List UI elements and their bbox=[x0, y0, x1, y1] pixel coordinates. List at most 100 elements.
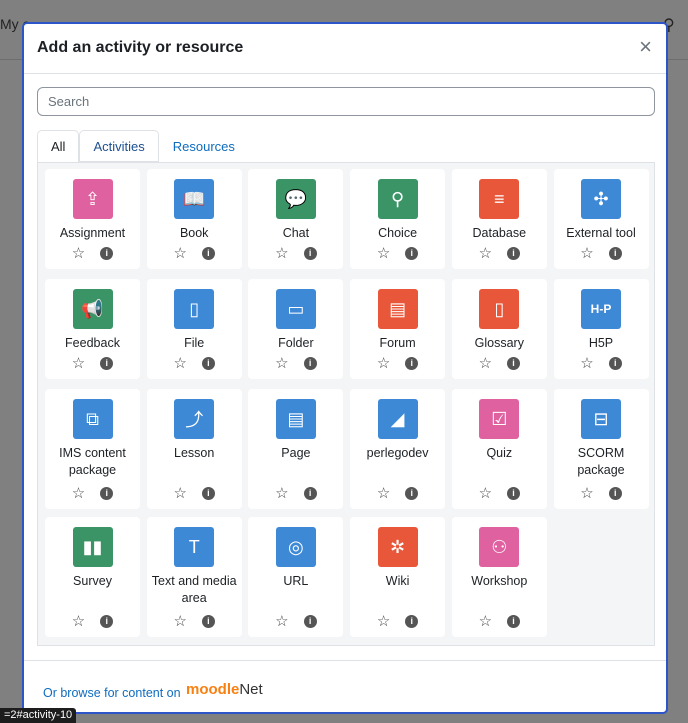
activity-label: Page bbox=[281, 446, 311, 460]
info-icon[interactable]: i bbox=[100, 615, 114, 628]
icon-glyph: 📖 bbox=[182, 188, 206, 209]
icon-glyph: ◢ bbox=[390, 408, 405, 429]
info-icon[interactable]: i bbox=[100, 247, 114, 260]
star-icon[interactable]: ☆ bbox=[173, 486, 186, 502]
activity-card[interactable]: ⤴ Lesson ☆ i bbox=[146, 389, 242, 509]
activity-card[interactable]: ▯ Glossary ☆ i bbox=[451, 279, 547, 379]
activity-card[interactable]: ▤ Page ☆ i bbox=[248, 389, 344, 509]
icon-glyph: ⤴ bbox=[185, 410, 204, 430]
info-icon[interactable]: i bbox=[608, 487, 622, 500]
activity-card[interactable]: ▮▮ Survey ☆ i bbox=[45, 517, 140, 637]
info-icon[interactable]: i bbox=[303, 357, 317, 370]
star-icon[interactable]: ☆ bbox=[72, 614, 85, 630]
info-icon[interactable]: i bbox=[405, 247, 419, 260]
star-icon[interactable]: ☆ bbox=[479, 614, 492, 630]
star-icon[interactable]: ☆ bbox=[275, 356, 288, 372]
info-icon[interactable]: i bbox=[100, 357, 114, 370]
activity-label: Quiz bbox=[486, 446, 513, 460]
browse-moodlenet-link[interactable]: Or browse for content on bbox=[43, 686, 181, 700]
info-icon[interactable]: i bbox=[201, 247, 215, 260]
activity-card[interactable]: ⊟ SCORM package ☆ i bbox=[553, 389, 649, 509]
activity-card[interactable]: ⚇ Workshop ☆ i bbox=[451, 517, 547, 637]
info-icon[interactable]: i bbox=[405, 357, 419, 370]
close-icon[interactable]: × bbox=[639, 36, 652, 58]
info-icon[interactable]: i bbox=[507, 615, 521, 628]
star-icon[interactable]: ☆ bbox=[173, 246, 186, 262]
star-icon[interactable]: ☆ bbox=[72, 486, 85, 502]
activity-card[interactable]: 📖 Book ☆ i bbox=[146, 169, 242, 269]
info-icon[interactable]: i bbox=[201, 357, 215, 370]
icon-glyph: T bbox=[188, 536, 200, 557]
modal-footer: Or browse for content on moodleNet bbox=[24, 660, 666, 712]
activity-label: perlegodev bbox=[366, 446, 429, 460]
star-icon[interactable]: ☆ bbox=[580, 246, 593, 262]
tab-resources[interactable]: Resources bbox=[159, 130, 249, 162]
star-icon[interactable]: ☆ bbox=[479, 356, 492, 372]
star-icon[interactable]: ☆ bbox=[173, 356, 186, 372]
info-icon[interactable]: i bbox=[303, 247, 317, 260]
activity-label: H5P bbox=[588, 336, 614, 350]
activity-card[interactable]: ▤ Forum ☆ i bbox=[350, 279, 446, 379]
info-icon[interactable]: i bbox=[100, 487, 114, 500]
star-icon[interactable]: ☆ bbox=[72, 246, 85, 262]
activity-card[interactable]: ≡ Database ☆ i bbox=[451, 169, 547, 269]
assignment-icon: ⇪ bbox=[72, 179, 113, 219]
lesson-icon: ⤴ bbox=[174, 399, 215, 439]
activity-card[interactable]: T Text and media area ☆ i bbox=[146, 517, 242, 637]
activity-card[interactable]: ✣ External tool ☆ i bbox=[553, 169, 649, 269]
icon-glyph: ▤ bbox=[287, 408, 305, 429]
star-icon[interactable]: ☆ bbox=[377, 246, 390, 262]
info-icon[interactable]: i bbox=[201, 487, 215, 500]
info-icon[interactable]: i bbox=[507, 487, 521, 500]
text-media-icon: T bbox=[174, 527, 215, 567]
star-icon[interactable]: ☆ bbox=[377, 356, 390, 372]
icon-glyph: 💬 bbox=[284, 188, 308, 209]
activity-card[interactable]: ⚲ Choice ☆ i bbox=[350, 169, 446, 269]
info-icon[interactable]: i bbox=[303, 615, 317, 628]
activity-card[interactable]: ☑ Quiz ☆ i bbox=[451, 389, 547, 509]
moodlenet-logo[interactable]: moodleNet bbox=[186, 681, 263, 698]
activity-card[interactable]: ⧉ IMS content package ☆ i bbox=[45, 389, 140, 509]
activity-card[interactable]: ◎ URL ☆ i bbox=[248, 517, 344, 637]
info-icon[interactable]: i bbox=[507, 357, 521, 370]
info-icon[interactable]: i bbox=[405, 487, 419, 500]
activity-card[interactable]: 📢 Feedback ☆ i bbox=[45, 279, 140, 379]
logo-moodle: moodle bbox=[186, 681, 240, 698]
star-icon[interactable]: ☆ bbox=[275, 614, 288, 630]
info-icon[interactable]: i bbox=[201, 615, 215, 628]
database-icon: ≡ bbox=[479, 179, 520, 219]
activity-label: Forum bbox=[379, 336, 416, 350]
info-icon[interactable]: i bbox=[608, 357, 622, 370]
info-icon[interactable]: i bbox=[608, 247, 622, 260]
activity-card[interactable]: H-P H5P ☆ i bbox=[553, 279, 649, 379]
activity-card[interactable]: 💬 Chat ☆ i bbox=[248, 169, 344, 269]
star-icon[interactable]: ☆ bbox=[479, 486, 492, 502]
modal-title: Add an activity or resource bbox=[37, 39, 244, 56]
star-icon[interactable]: ☆ bbox=[173, 614, 186, 630]
star-icon[interactable]: ☆ bbox=[377, 486, 390, 502]
info-icon[interactable]: i bbox=[507, 247, 521, 260]
quiz-icon: ☑ bbox=[479, 399, 520, 439]
star-icon[interactable]: ☆ bbox=[275, 486, 288, 502]
tab-activities[interactable]: Activities bbox=[79, 130, 159, 162]
search-input[interactable] bbox=[37, 87, 655, 116]
info-icon[interactable]: i bbox=[303, 487, 317, 500]
star-icon[interactable]: ☆ bbox=[479, 246, 492, 262]
star-icon[interactable]: ☆ bbox=[275, 246, 288, 262]
activity-label: File bbox=[184, 336, 205, 350]
activity-card[interactable]: ✲ Wiki ☆ i bbox=[350, 517, 446, 637]
activity-card[interactable]: ⇪ Assignment ☆ i bbox=[45, 169, 140, 269]
activity-card[interactable]: ◢ perlegodev ☆ i bbox=[350, 389, 446, 509]
star-icon[interactable]: ☆ bbox=[580, 486, 593, 502]
star-icon[interactable]: ☆ bbox=[72, 356, 85, 372]
icon-glyph: ✲ bbox=[390, 536, 406, 557]
star-icon[interactable]: ☆ bbox=[377, 614, 390, 630]
activity-label: External tool bbox=[566, 226, 636, 240]
star-icon[interactable]: ☆ bbox=[580, 356, 593, 372]
activity-card[interactable]: ▭ Folder ☆ i bbox=[248, 279, 344, 379]
tab-all[interactable]: All bbox=[37, 130, 80, 163]
icon-glyph: 📢 bbox=[81, 298, 104, 319]
info-icon[interactable]: i bbox=[405, 615, 419, 628]
tabs: All Activities Resources bbox=[37, 130, 249, 164]
activity-card[interactable]: ▯ File ☆ i bbox=[146, 279, 242, 379]
